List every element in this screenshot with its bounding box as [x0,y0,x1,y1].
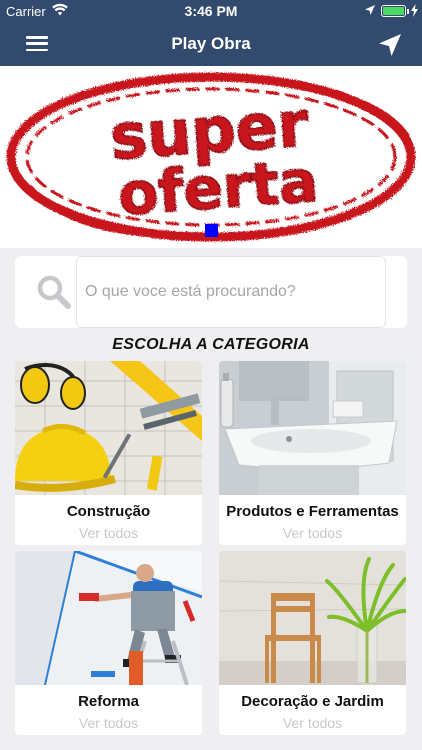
status-bar: Carrier 3:46 PM [0,0,422,22]
category-see-all[interactable]: Ver todos [15,525,202,541]
app-screen: Carrier 3:46 PM Play Obra super oferta O… [0,0,422,750]
charging-bolt-icon [411,4,418,17]
category-card-construcao[interactable]: Construção Ver todos [15,361,202,545]
stamp-text-oferta: oferta [116,147,320,229]
category-see-all[interactable]: Ver todos [15,715,202,731]
search-icon[interactable] [36,274,72,310]
search-input[interactable] [76,256,386,328]
category-card-reforma[interactable]: Reforma Ver todos [15,551,202,735]
painter-ladder-photo [15,551,202,685]
category-name: Produtos e Ferramentas [226,503,399,520]
banner-pager-dot[interactable] [205,224,218,237]
navigation-arrow-icon[interactable] [376,31,404,59]
app-title: Play Obra [171,34,251,53]
battery-tip [407,9,409,14]
category-name: Construção [66,503,151,520]
navigation-bar: Play Obra [0,22,422,66]
search-box [15,256,407,328]
category-card-decoracao-jardim[interactable]: Decoração e Jardim Ver todos [219,551,406,735]
promo-banner[interactable]: super oferta [0,66,422,248]
category-see-all[interactable]: Ver todos [219,715,406,731]
status-time: 3:46 PM [184,3,238,19]
category-see-all[interactable]: Ver todos [219,525,406,541]
category-card-produtos-ferramentas[interactable]: Produtos e Ferramentas Ver todos [219,361,406,545]
category-section-title: ESCOLHA A CATEGORIA [112,336,310,353]
battery-icon [381,5,406,17]
super-oferta-stamp: super oferta [6,72,416,242]
category-name: Decoração e Jardim [241,693,384,710]
category-name: Reforma [78,693,139,710]
bathroom-sink-photo [219,361,406,495]
construction-tools-photo [15,361,202,495]
chair-plant-photo [219,551,406,685]
location-arrow-icon [365,5,375,15]
